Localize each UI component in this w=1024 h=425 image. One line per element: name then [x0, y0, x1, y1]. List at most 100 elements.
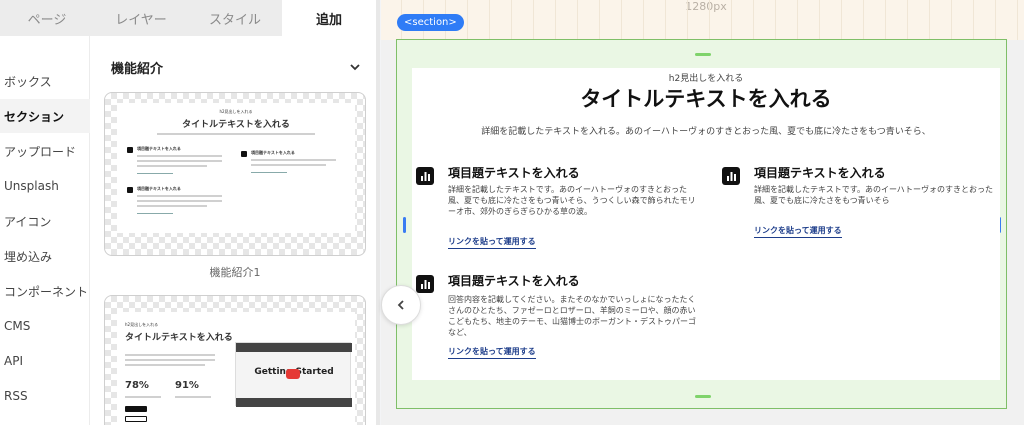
feature-item: 項目題テキストを入れる 回答内容を記載してください。またそのなかでいっしょになっ… [416, 272, 716, 362]
ruler-tick [775, 0, 776, 40]
group-header-feature[interactable]: 機能紹介 [91, 52, 376, 82]
play-icon [286, 369, 300, 379]
resize-handle-bottom[interactable] [695, 395, 711, 398]
preview-line [137, 160, 222, 162]
tab-layers[interactable]: レイヤー [94, 0, 188, 36]
category-cms[interactable]: CMS [0, 309, 90, 343]
ruler-tick [687, 0, 688, 40]
ruler-tick [599, 0, 600, 40]
preview-line [125, 359, 215, 361]
preview-line [137, 165, 207, 167]
add-panel: ページ レイヤー スタイル 追加 ボックス セクション アップロード Unspl… [0, 0, 380, 425]
ruler-tick [951, 0, 952, 40]
preview-link [137, 213, 173, 214]
selected-section[interactable]: h2見出しを入れる タイトルテキストを入れる 詳細を記載したテキストを入れる。あ… [396, 39, 1007, 409]
preview-line [251, 159, 336, 161]
collapse-panel-button[interactable] [381, 285, 421, 325]
feature-body: 詳細を記載したテキストです。あのイーハトーヴォのすきとおった風、夏でも底に冷たさ… [754, 185, 994, 205]
card-preview-title: タイトルテキストを入れる [125, 333, 233, 343]
category-rss[interactable]: RSS [0, 379, 90, 413]
card-preview-h2: h2見出しを入れる [219, 109, 253, 114]
tab-style[interactable]: スタイル [188, 0, 282, 36]
category-unsplash[interactable]: Unsplash [0, 169, 90, 203]
preview-link [251, 172, 287, 173]
ruler-tick [731, 0, 732, 40]
ruler-tick [863, 0, 864, 40]
category-section[interactable]: セクション [0, 99, 90, 133]
feature-title: 項目題テキストを入れる [448, 166, 580, 180]
preview-line [137, 155, 222, 157]
group-title: 機能紹介 [111, 61, 164, 77]
preview-line [125, 396, 161, 398]
preview-video: Getting Started [235, 342, 352, 407]
section-tag[interactable]: <section> [397, 14, 464, 31]
feature-item: 項目題テキストを入れる 詳細を記載したテキストです。あのイーハトーヴォのすきとお… [722, 164, 1022, 244]
ruler-tick [533, 0, 534, 40]
preview-line [125, 354, 215, 356]
preview-button [125, 416, 147, 422]
width-ruler: 1280px [381, 0, 1024, 40]
canvas: 1280px <section> h2見出しを入れる タイトルテキストを入れる … [381, 0, 1024, 425]
ruler-tick [555, 0, 556, 40]
template-card-label: 機能紹介1 [209, 266, 261, 279]
chart-icon [722, 167, 740, 185]
preview-line [137, 205, 207, 207]
preview-line [137, 200, 222, 202]
chart-icon [416, 167, 434, 185]
ruler-tick [467, 0, 468, 40]
ruler-tick [643, 0, 644, 40]
category-list: ボックス セクション アップロード Unsplash アイコン 埋め込み コンポ… [0, 36, 90, 425]
template-card-feature-1[interactable]: h2見出しを入れる タイトルテキストを入れる 項目題テキストを入れる 項目題テキ… [104, 92, 366, 256]
card-preview-h2: h2見出しを入れる [125, 322, 159, 327]
resize-handle-top[interactable] [695, 53, 711, 56]
preview-line [125, 364, 205, 366]
feature-link[interactable]: リンクを貼って運用する [754, 225, 842, 238]
section-content: h2見出しを入れる タイトルテキストを入れる 詳細を記載したテキストを入れる。あ… [412, 68, 1000, 380]
preview-feature-icon [241, 151, 247, 157]
ruler-tick [841, 0, 842, 40]
template-list: 機能紹介 h2見出しを入れる タイトルテキストを入れる 項目題テキストを入れる … [91, 36, 376, 425]
feature-body: 詳細を記載したテキストです。あのイーハトーヴォのすきとおった風、夏でも底に冷たさ… [448, 185, 696, 216]
preview-feature-icon [127, 187, 133, 193]
preview-line [251, 164, 326, 166]
card-preview: h2見出しを入れる タイトルテキストを入れる 78% 91% Getting S… [117, 312, 355, 425]
preview-feature-icon [127, 147, 133, 153]
tab-add[interactable]: 追加 [282, 0, 376, 36]
preview-button [125, 406, 147, 412]
feature-link[interactable]: リンクを貼って運用する [448, 236, 536, 249]
feature-link[interactable]: リンクを貼って運用する [448, 346, 536, 359]
chevron-left-icon [397, 300, 404, 310]
card-preview-feature-title: 項目題テキストを入れる [137, 186, 181, 191]
feature-body: 回答内容を記載してください。またそのなかでいっしょになったたくさんのひとたち、フ… [448, 295, 696, 337]
ruler-tick [621, 0, 622, 40]
feature-title: 項目題テキストを入れる [448, 274, 580, 288]
ruler-tick [511, 0, 512, 40]
video-bar [236, 398, 352, 407]
panel-scrollbar[interactable] [376, 0, 380, 425]
category-component[interactable]: コンポーネント [0, 274, 90, 308]
card-preview-title: タイトルテキストを入れる [182, 120, 290, 130]
ruler-tick [489, 0, 490, 40]
section-title: タイトルテキストを入れる [580, 87, 832, 111]
panel-tabs: ページ レイヤー スタイル 追加 [0, 0, 376, 36]
card-preview-stat-2: 91% [175, 380, 199, 391]
card-preview-feature-title: 項目題テキストを入れる [137, 146, 181, 151]
preview-link [137, 173, 173, 174]
category-embed[interactable]: 埋め込み [0, 239, 90, 273]
ruler-tick [929, 0, 930, 40]
category-box[interactable]: ボックス [0, 64, 90, 98]
category-upload[interactable]: アップロード [0, 134, 90, 168]
ruler-tick [819, 0, 820, 40]
card-preview-stat-1: 78% [125, 380, 149, 391]
ruler-tick [753, 0, 754, 40]
tab-page[interactable]: ページ [0, 0, 94, 36]
preview-line [175, 396, 211, 398]
ruler-tick [995, 0, 996, 40]
ruler-tick [1017, 0, 1018, 40]
preview-line [137, 195, 222, 197]
resize-handle-left[interactable] [403, 217, 406, 233]
template-card-feature-2[interactable]: h2見出しを入れる タイトルテキストを入れる 78% 91% Getting S… [104, 295, 366, 425]
category-api[interactable]: API [0, 344, 90, 378]
ruler-tick [907, 0, 908, 40]
category-icon[interactable]: アイコン [0, 204, 90, 238]
